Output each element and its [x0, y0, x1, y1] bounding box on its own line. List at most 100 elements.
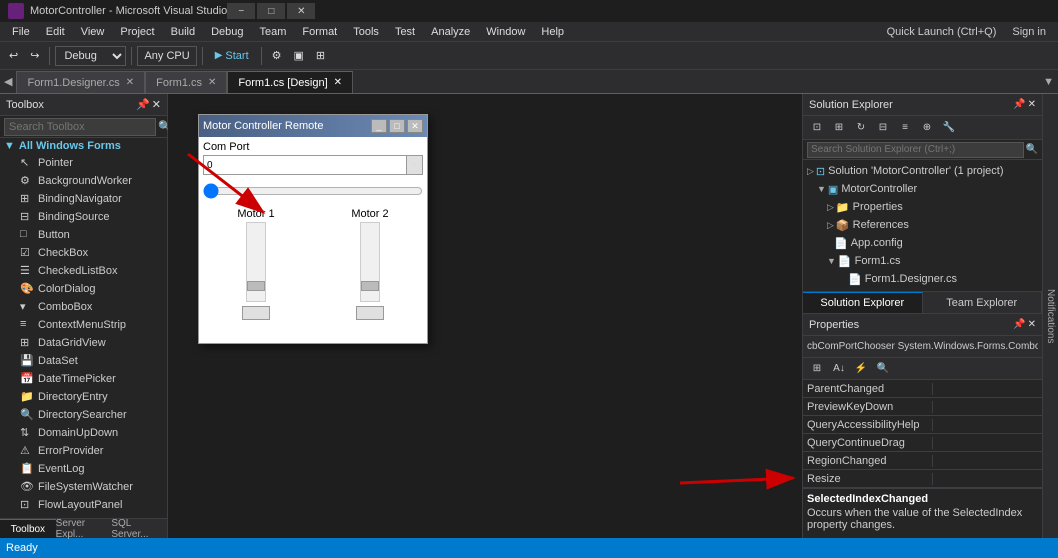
se-btn-3[interactable]: ↻ — [851, 119, 871, 137]
toolbox-item-datagridview[interactable]: ⊞DataGridView — [0, 334, 167, 352]
undo-button[interactable]: ↩ — [4, 45, 23, 67]
tab-close-form1-designer[interactable]: ✕ — [126, 77, 134, 88]
prop-row-resize[interactable]: Resize — [803, 470, 1042, 488]
se-btn-5[interactable]: ≡ — [895, 119, 915, 137]
notifications-label[interactable]: Notifications — [1043, 285, 1058, 347]
toolbox-pin-icon[interactable]: 📌 — [136, 98, 150, 111]
toolbox-item-flowlayoutpanel[interactable]: ⊡FlowLayoutPanel — [0, 496, 167, 514]
menu-view[interactable]: View — [73, 24, 113, 40]
props-alphabetical-btn[interactable]: A↓ — [829, 360, 849, 378]
menu-help[interactable]: Help — [533, 24, 572, 40]
toolbox-item-bindingsource[interactable]: ⊟BindingSource — [0, 208, 167, 226]
toolbox-item-combobox[interactable]: ▾ComboBox — [0, 298, 167, 316]
toolbox-item-checkedlistbox[interactable]: ☰CheckedListBox — [0, 262, 167, 280]
motor1-slider-handle[interactable] — [247, 281, 265, 291]
prop-row-queryaccessibilityhelp[interactable]: QueryAccessibilityHelp — [803, 416, 1042, 434]
toolbox-item-contextmenustrip[interactable]: ≡ContextMenuStrip — [0, 316, 167, 334]
se-btn-1[interactable]: ⊡ — [807, 119, 827, 137]
toolbox-item-colordialog[interactable]: 🎨ColorDialog — [0, 280, 167, 298]
se-pin-icon[interactable]: 📌 — [1013, 99, 1025, 110]
toolbox-item-datetimepicker[interactable]: 📅DateTimePicker — [0, 370, 167, 388]
prop-row-previewkeydown[interactable]: PreviewKeyDown — [803, 398, 1042, 416]
menu-window[interactable]: Window — [478, 24, 533, 40]
toolbox-item-button[interactable]: □Button — [0, 226, 167, 244]
toolbox-item-bindingnavigator[interactable]: ⊞BindingNavigator — [0, 190, 167, 208]
start-button[interactable]: ▶ Start — [208, 45, 256, 67]
toolbox-tab-server-explorer[interactable]: Server Expl... — [56, 519, 112, 538]
prop-row-parentchanged[interactable]: ParentChanged — [803, 380, 1042, 398]
menu-project[interactable]: Project — [112, 24, 162, 40]
menu-test[interactable]: Test — [387, 24, 423, 40]
tree-project[interactable]: ▼ ▣ MotorController — [803, 180, 1042, 198]
toolbox-item-errorprovider[interactable]: ⚠ErrorProvider — [0, 442, 167, 460]
tree-solution[interactable]: ▷ ⊡ Solution 'MotorController' (1 projec… — [803, 162, 1042, 180]
tab-form1-design[interactable]: Form1.cs [Design] ✕ — [227, 71, 353, 93]
se-search-input[interactable] — [807, 142, 1024, 158]
se-close-icon[interactable]: ✕ — [1028, 99, 1036, 110]
menu-file[interactable]: File — [4, 24, 38, 40]
menu-edit[interactable]: Edit — [38, 24, 73, 40]
maximize-button[interactable]: □ — [257, 3, 285, 19]
quick-launch[interactable]: Quick Launch (Ctrl+Q) — [879, 26, 1005, 38]
toolbar-extra-2[interactable]: ▣ — [289, 45, 309, 67]
props-events-btn[interactable]: ⚡ — [851, 360, 871, 378]
toolbox-item-eventlog[interactable]: 📋EventLog — [0, 460, 167, 478]
tree-form1designer[interactable]: 📄 Form1.Designer.cs — [803, 270, 1042, 288]
prop-row-regionchanged[interactable]: RegionChanged — [803, 452, 1042, 470]
toolbar-extra-1[interactable]: ⚙ — [267, 45, 287, 67]
form-minimize-button[interactable]: _ — [371, 119, 387, 133]
props-close-icon[interactable]: ✕ — [1028, 319, 1036, 330]
menu-debug[interactable]: Debug — [203, 24, 251, 40]
debug-config-dropdown[interactable]: Debug Release — [55, 46, 126, 66]
tree-references[interactable]: ▷ 📦 References — [803, 216, 1042, 234]
menu-format[interactable]: Format — [294, 24, 345, 40]
toolbox-item-backgroundworker[interactable]: ⚙BackgroundWorker — [0, 172, 167, 190]
tab-close-form1-cs[interactable]: ✕ — [208, 77, 216, 88]
form-close-button[interactable]: ✕ — [407, 119, 423, 133]
motor1-button[interactable] — [242, 306, 270, 320]
tab-scroll-right[interactable]: ▼ — [1039, 76, 1058, 88]
com-port-combo[interactable]: 0 ▼ — [203, 155, 423, 175]
tab-team-explorer[interactable]: Team Explorer — [923, 292, 1043, 313]
toolbox-category-all-windows-forms[interactable]: ▼ All Windows Forms — [0, 138, 167, 154]
tab-close-form1-design[interactable]: ✕ — [334, 77, 342, 88]
motor2-button[interactable] — [356, 306, 384, 320]
minimize-button[interactable]: − — [227, 3, 255, 19]
toolbox-item-domainupdown[interactable]: ⇅DomainUpDown — [0, 424, 167, 442]
toolbar-extra-3[interactable]: ⊞ — [311, 45, 330, 67]
form-maximize-button[interactable]: □ — [389, 119, 405, 133]
toolbox-search-input[interactable] — [4, 118, 156, 136]
com-port-dropdown-btn[interactable]: ▼ — [406, 156, 422, 174]
sign-in[interactable]: Sign in — [1004, 26, 1054, 38]
tree-properties[interactable]: ▷ 📁 Properties — [803, 198, 1042, 216]
tab-form1-designer[interactable]: Form1.Designer.cs ✕ — [16, 71, 145, 93]
toolbox-item-dataset[interactable]: 💾DataSet — [0, 352, 167, 370]
props-search-btn[interactable]: 🔍 — [873, 360, 893, 378]
redo-button[interactable]: ↪ — [25, 45, 44, 67]
tree-appconfig[interactable]: 📄 App.config — [803, 234, 1042, 252]
props-categorized-btn[interactable]: ⊞ — [807, 360, 827, 378]
toolbox-item-directoryentry[interactable]: 📁DirectoryEntry — [0, 388, 167, 406]
se-btn-2[interactable]: ⊞ — [829, 119, 849, 137]
se-btn-6[interactable]: ⊕ — [917, 119, 937, 137]
se-btn-7[interactable]: 🔧 — [939, 119, 959, 137]
menu-analyze[interactable]: Analyze — [423, 24, 478, 40]
se-btn-4[interactable]: ⊟ — [873, 119, 893, 137]
tab-form1-cs[interactable]: Form1.cs ✕ — [145, 71, 227, 93]
menu-tools[interactable]: Tools — [345, 24, 387, 40]
tab-scroll-left[interactable]: ◀ — [0, 75, 16, 88]
toolbox-item-checkbox[interactable]: ☑CheckBox — [0, 244, 167, 262]
prop-row-querycontinuedrag[interactable]: QueryContinueDrag — [803, 434, 1042, 452]
menu-team[interactable]: Team — [252, 24, 295, 40]
toolbox-item-filesystemwatcher[interactable]: 👁FileSystemWatcher — [0, 478, 167, 496]
tab-solution-explorer[interactable]: Solution Explorer — [803, 292, 923, 313]
tree-form1cs[interactable]: ▼ 📄 Form1.cs — [803, 252, 1042, 270]
toolbox-tab-sql-server[interactable]: SQL Server... — [111, 519, 167, 538]
toolbox-item-directorysearcher[interactable]: 🔍DirectorySearcher — [0, 406, 167, 424]
toolbox-close-icon[interactable]: ✕ — [152, 98, 161, 111]
toolbox-item-pointer[interactable]: ↖Pointer — [0, 154, 167, 172]
motor2-slider-handle[interactable] — [361, 281, 379, 291]
trackbar-control[interactable] — [203, 181, 423, 201]
close-button[interactable]: ✕ — [287, 3, 315, 19]
menu-build[interactable]: Build — [163, 24, 203, 40]
